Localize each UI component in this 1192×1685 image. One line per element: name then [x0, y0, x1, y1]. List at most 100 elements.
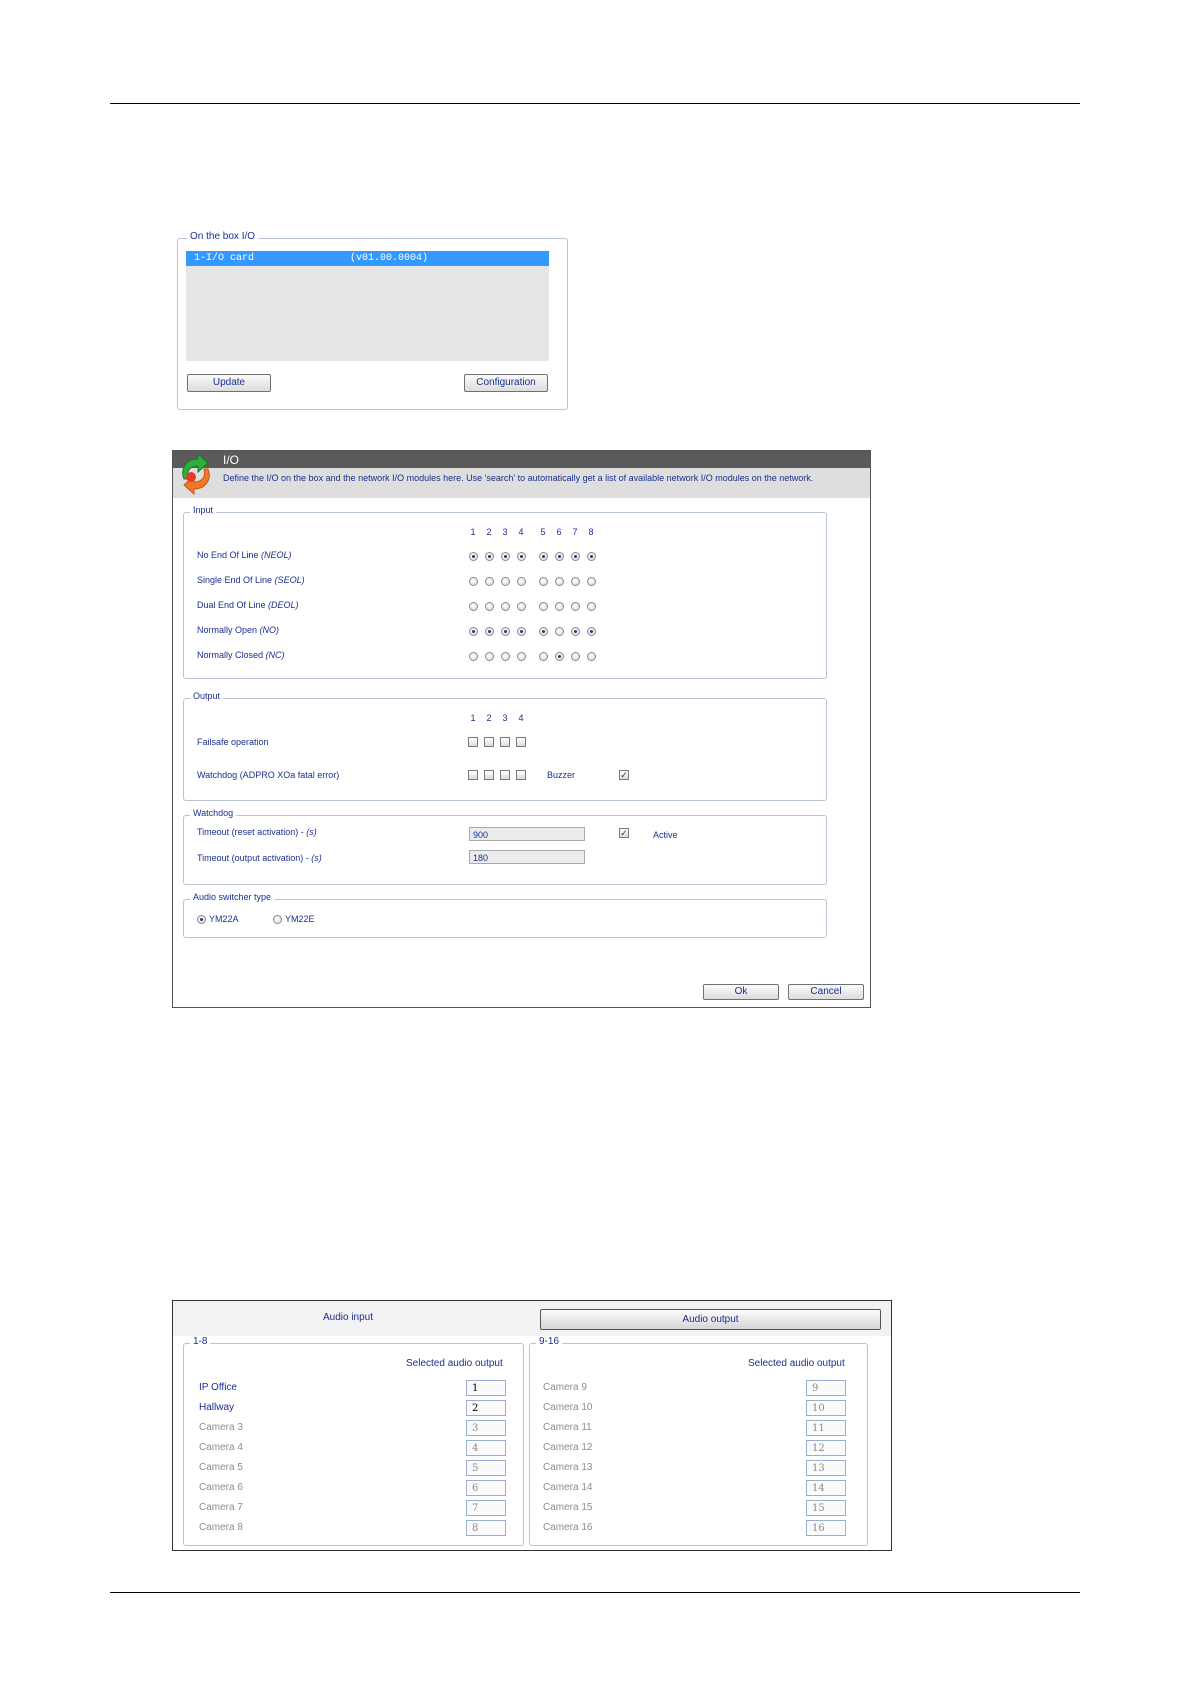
audio-source-label: Camera 10 — [543, 1402, 593, 1413]
ok-button[interactable]: Ok — [703, 984, 779, 1000]
radio-neol-6[interactable] — [555, 552, 564, 561]
column-number: 8 — [588, 527, 594, 537]
audio-output-field[interactable]: 9 — [806, 1380, 846, 1396]
radio-neol-2[interactable] — [485, 552, 494, 561]
watchdog-legend: Watchdog — [190, 808, 237, 818]
io-card-list[interactable]: 1-I/O card (v01.00.0004) — [186, 251, 549, 361]
tab-audio-input[interactable]: Audio input — [173, 1312, 523, 1323]
audio-source-label: Camera 9 — [543, 1382, 587, 1393]
update-button[interactable]: Update — [187, 374, 271, 392]
radio-nc-8[interactable] — [587, 652, 596, 661]
audio-output-field[interactable]: 15 — [806, 1500, 846, 1516]
audio-output-field[interactable]: 6 — [466, 1480, 506, 1496]
neol-label: No End Of Line (NEOL) — [197, 550, 292, 560]
radio-no-2[interactable] — [485, 627, 494, 636]
radio-deol-8[interactable] — [587, 602, 596, 611]
watchdog-checkbox-3[interactable] — [500, 770, 510, 780]
radio-nc-6[interactable] — [555, 652, 564, 661]
radio-no-8[interactable] — [587, 627, 596, 636]
failsafe-checkbox-1[interactable] — [468, 737, 478, 747]
radio-nc-7[interactable] — [571, 652, 580, 661]
audio-output-field[interactable]: 10 — [806, 1400, 846, 1416]
audio-output-field[interactable]: 3 — [466, 1420, 506, 1436]
radio-seol-1[interactable] — [469, 577, 478, 586]
radio-seol-2[interactable] — [485, 577, 494, 586]
ym22a-radio[interactable] — [197, 915, 206, 924]
audio-output-field[interactable]: 14 — [806, 1480, 846, 1496]
radio-deol-2[interactable] — [485, 602, 494, 611]
audio-source-label: Hallway — [199, 1402, 235, 1413]
radio-no-4[interactable] — [517, 627, 526, 636]
deol-label: Dual End Of Line (DEOL) — [197, 600, 299, 610]
audio-output-field[interactable]: 8 — [466, 1520, 506, 1536]
audio-tab-bar: Audio input Audio output — [173, 1301, 891, 1336]
tab-audio-output[interactable]: Audio output — [540, 1309, 881, 1330]
audio-output-field[interactable]: 7 — [466, 1500, 506, 1516]
failsafe-checkbox-4[interactable] — [516, 737, 526, 747]
audio-output-field[interactable]: 4 — [466, 1440, 506, 1456]
radio-deol-4[interactable] — [517, 602, 526, 611]
failsafe-checkbox-3[interactable] — [500, 737, 510, 747]
radio-nc-3[interactable] — [501, 652, 510, 661]
audio-source-label: Camera 15 — [543, 1502, 593, 1513]
radio-neol-7[interactable] — [571, 552, 580, 561]
ym22a-label: YM22A — [209, 914, 239, 924]
radio-no-7[interactable] — [571, 627, 580, 636]
audio-source-label: Camera 14 — [543, 1482, 593, 1493]
audio-output-field[interactable]: 11 — [806, 1420, 846, 1436]
radio-nc-1[interactable] — [469, 652, 478, 661]
audio-output-field[interactable]: 13 — [806, 1460, 846, 1476]
radio-deol-7[interactable] — [571, 602, 580, 611]
radio-no-1[interactable] — [469, 627, 478, 636]
audio-output-field[interactable]: 5 — [466, 1460, 506, 1476]
watchdog-checkbox-4[interactable] — [516, 770, 526, 780]
radio-seol-6[interactable] — [555, 577, 564, 586]
output-timeout-label: Timeout (output activation) - (s) — [197, 853, 322, 863]
list-item-selected[interactable]: 1-I/O card (v01.00.0004) — [186, 251, 549, 266]
ym22e-radio[interactable] — [273, 915, 282, 924]
audio-output-field[interactable]: 16 — [806, 1520, 846, 1536]
audio-output-field[interactable]: 1 — [466, 1380, 506, 1396]
failsafe-checkbox-2[interactable] — [484, 737, 494, 747]
radio-seol-8[interactable] — [587, 577, 596, 586]
radio-neol-1[interactable] — [469, 552, 478, 561]
radio-neol-5[interactable] — [539, 552, 548, 561]
reset-timeout-label: Timeout (reset activation) - (s) — [197, 827, 317, 837]
radio-neol-8[interactable] — [587, 552, 596, 561]
radio-nc-2[interactable] — [485, 652, 494, 661]
output-timeout-input[interactable]: 180 — [469, 850, 585, 864]
radio-seol-5[interactable] — [539, 577, 548, 586]
watchdog-group: Watchdog Timeout (reset activation) - (s… — [183, 808, 827, 885]
item-name: 1-I/O card — [194, 253, 255, 264]
column-number: 4 — [518, 713, 524, 723]
audio-source-label: Camera 6 — [199, 1482, 243, 1493]
radio-neol-3[interactable] — [501, 552, 510, 561]
audio-switcher-legend: Audio switcher type — [190, 892, 275, 902]
radio-seol-3[interactable] — [501, 577, 510, 586]
active-label: Active — [653, 830, 678, 840]
audio-source-label: IP Office — [199, 1382, 237, 1393]
watchdog-checkbox-2[interactable] — [484, 770, 494, 780]
radio-deol-1[interactable] — [469, 602, 478, 611]
cancel-button[interactable]: Cancel — [788, 984, 864, 1000]
radio-neol-4[interactable] — [517, 552, 526, 561]
audio-source-label: Camera 5 — [199, 1462, 243, 1473]
configuration-button[interactable]: Configuration — [464, 374, 548, 392]
buzzer-checkbox[interactable] — [619, 770, 629, 780]
radio-nc-5[interactable] — [539, 652, 548, 661]
radio-deol-3[interactable] — [501, 602, 510, 611]
audio-output-field[interactable]: 12 — [806, 1440, 846, 1456]
active-checkbox[interactable] — [619, 828, 629, 838]
radio-no-6[interactable] — [555, 627, 564, 636]
radio-nc-4[interactable] — [517, 652, 526, 661]
radio-no-3[interactable] — [501, 627, 510, 636]
watchdog-checkbox-1[interactable] — [468, 770, 478, 780]
reset-timeout-input[interactable]: 900 — [469, 827, 585, 841]
radio-seol-4[interactable] — [517, 577, 526, 586]
ym22e-label: YM22E — [285, 914, 315, 924]
radio-deol-5[interactable] — [539, 602, 548, 611]
audio-output-field[interactable]: 2 — [466, 1400, 506, 1416]
radio-no-5[interactable] — [539, 627, 548, 636]
radio-seol-7[interactable] — [571, 577, 580, 586]
radio-deol-6[interactable] — [555, 602, 564, 611]
